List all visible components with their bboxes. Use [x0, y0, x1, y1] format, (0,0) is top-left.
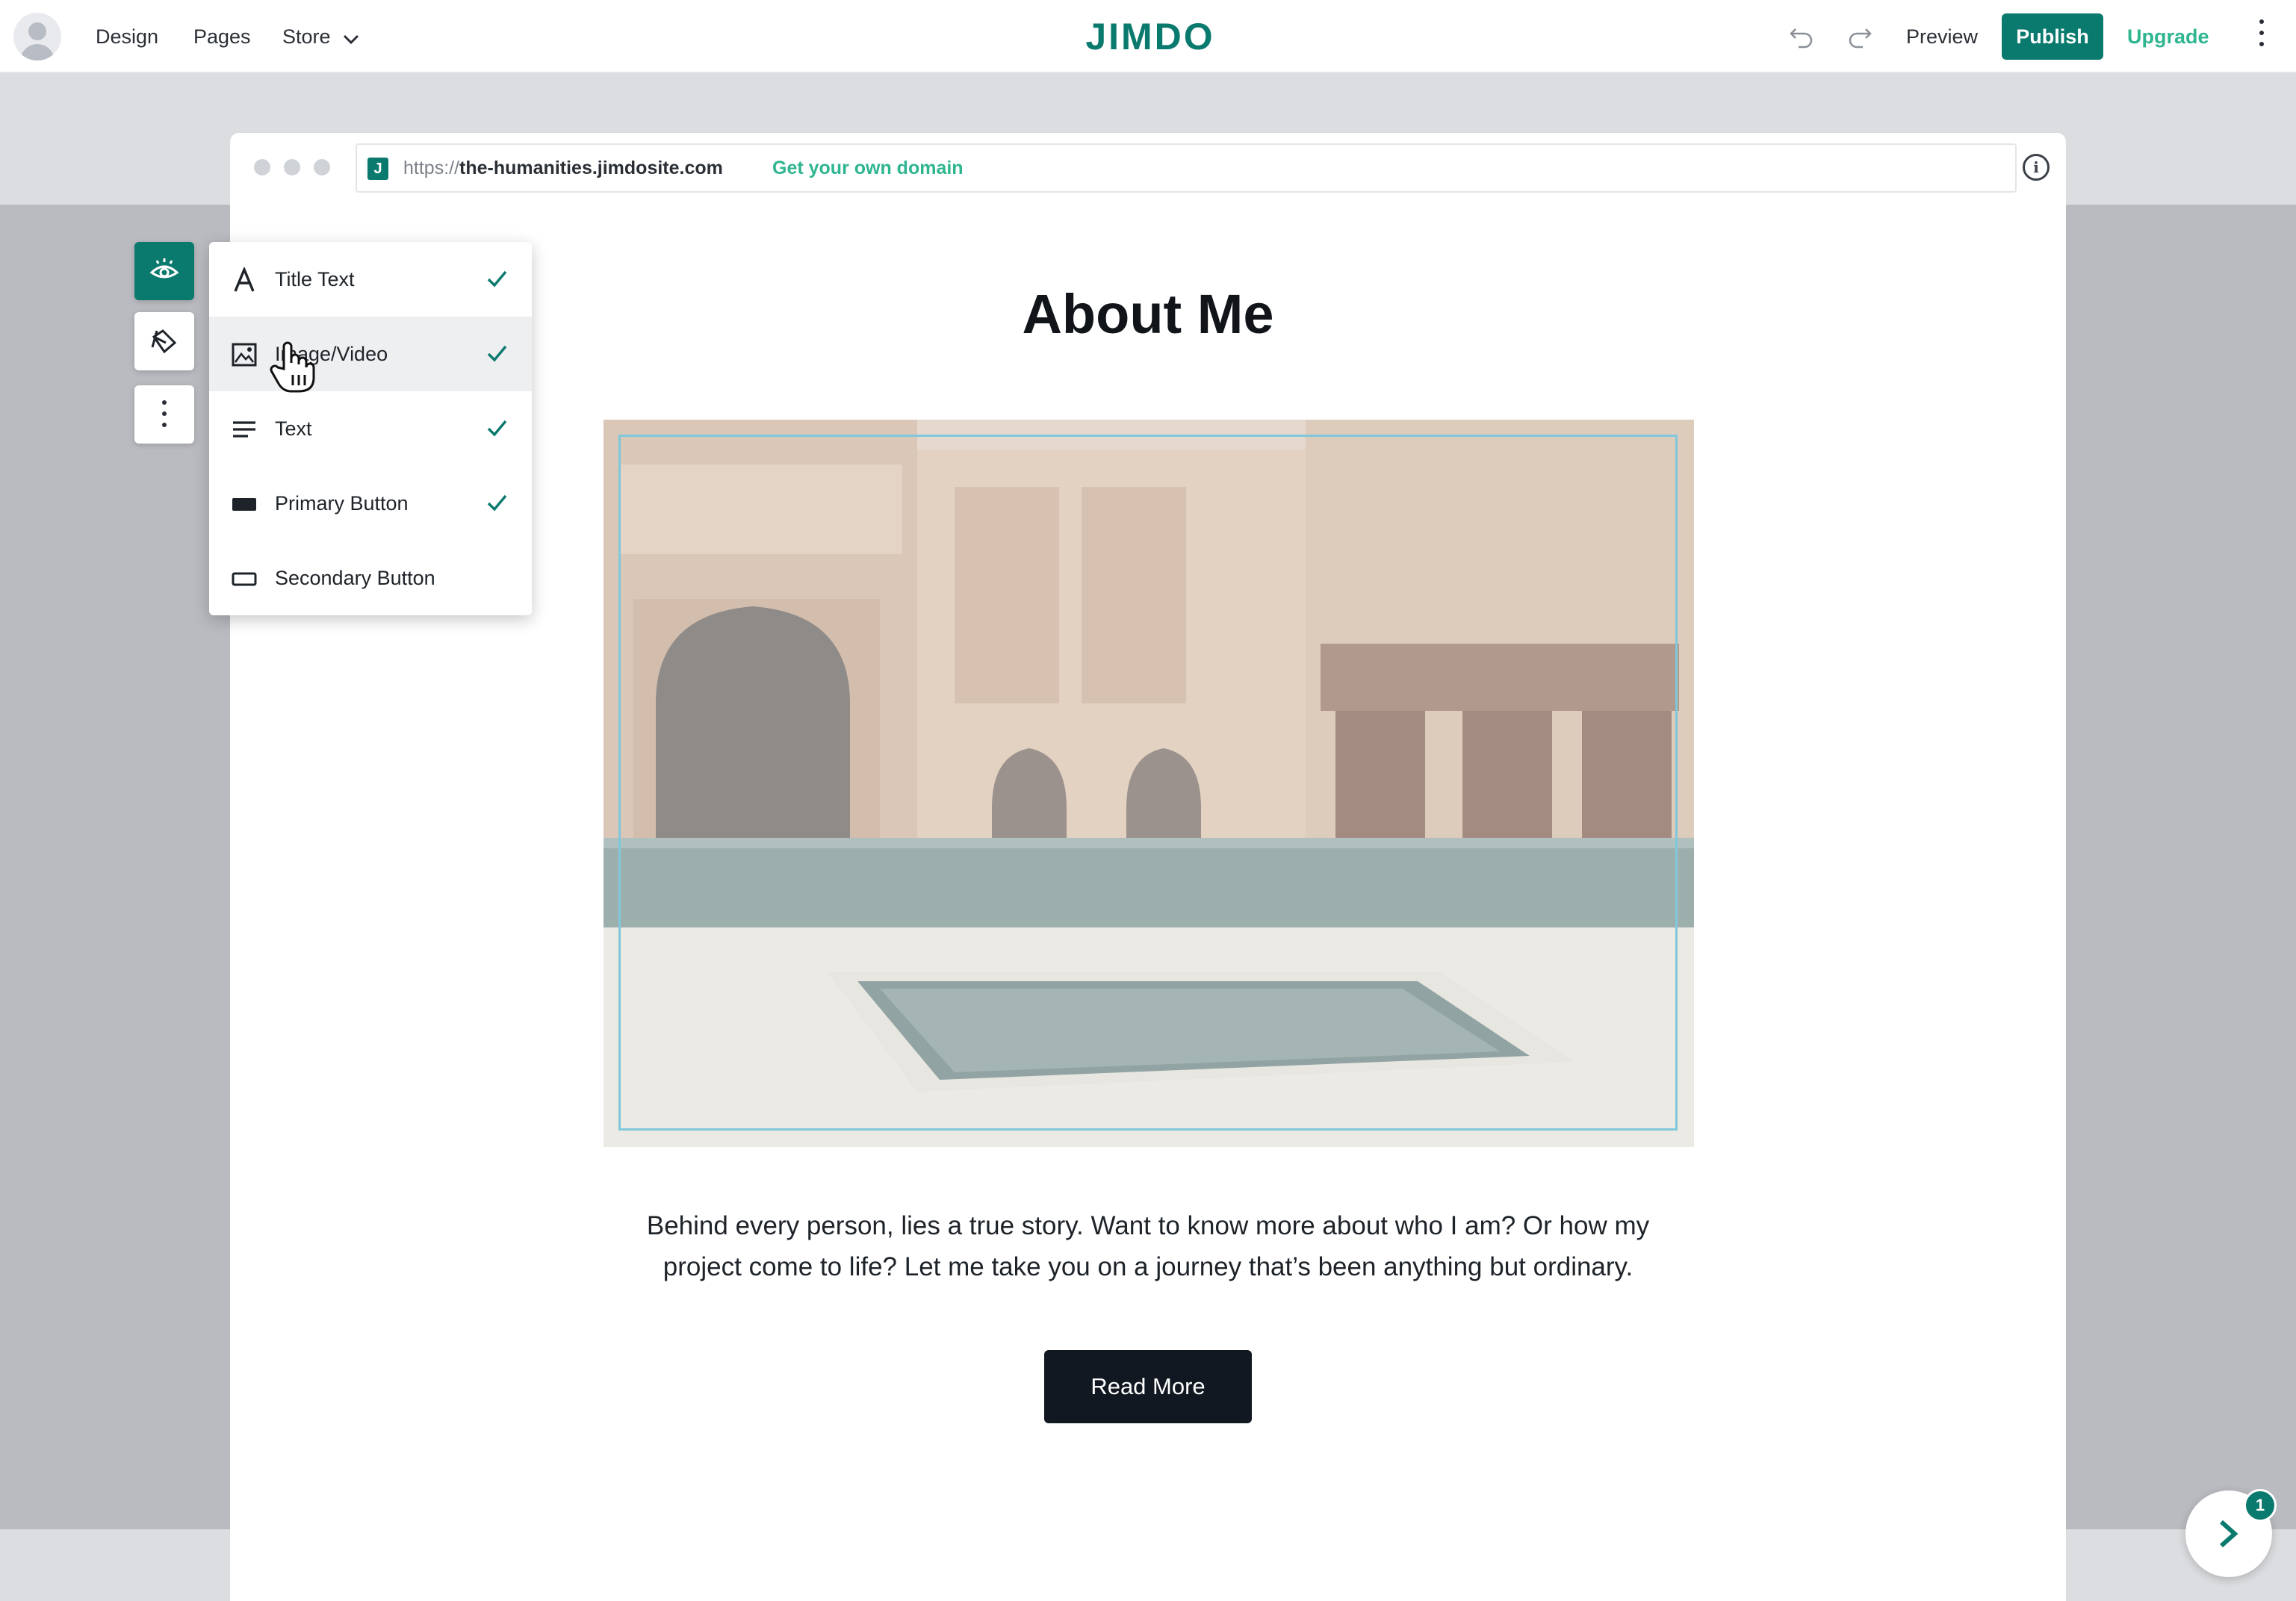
window-dot [284, 159, 300, 175]
checkmark-icon [487, 420, 507, 437]
checkmark-icon [487, 345, 507, 362]
preview-button[interactable]: Preview [1906, 0, 1978, 73]
image-icon [232, 343, 257, 367]
eye-icon [149, 258, 179, 279]
block-more-button[interactable] [134, 385, 194, 444]
primary-button-icon [232, 498, 256, 511]
upgrade-link[interactable]: Upgrade [2127, 0, 2209, 73]
hero-image[interactable] [604, 420, 1694, 1147]
top-bar: Design Pages Store JIMDO Preview Publish… [0, 0, 2296, 73]
nav-design[interactable]: Design [96, 0, 158, 73]
address-bar: J https://the-humanities.jimdosite.com G… [356, 143, 2017, 193]
read-more-button[interactable]: Read More [1044, 1350, 1252, 1423]
url-protocol: https:// [403, 158, 460, 178]
window-dot [254, 159, 270, 175]
chevron-right-icon [2220, 1520, 2238, 1548]
paint-bucket-icon [151, 329, 177, 354]
jimdo-logo: JIMDO [1085, 16, 1215, 57]
window-dot [314, 159, 330, 175]
text-lines-icon [233, 421, 255, 438]
info-icon[interactable]: i [2023, 154, 2050, 181]
visibility-toggle-button[interactable] [134, 242, 194, 300]
secondary-button-icon [232, 572, 257, 586]
hand-cursor-icon [270, 341, 315, 393]
menu-item-primary-button[interactable]: Primary Button [209, 466, 532, 541]
menu-item-label: Text [275, 417, 312, 440]
undo-icon[interactable] [1787, 22, 1816, 52]
avatar-body [20, 44, 55, 60]
menu-item-label: Secondary Button [275, 567, 435, 589]
site-url: https://the-humanities.jimdosite.com [403, 145, 723, 191]
user-avatar[interactable] [13, 13, 61, 60]
url-host: the-humanities.jimdosite.com [459, 158, 723, 178]
publish-button[interactable]: Publish [2002, 13, 2103, 60]
menu-item-label: Title Text [275, 268, 355, 290]
chevron-down-icon [343, 1, 359, 75]
menu-item-text[interactable]: Text [209, 391, 532, 466]
menu-item-title-text[interactable]: Title Text [209, 242, 532, 317]
image-selection-outline [618, 435, 1678, 1131]
menu-item-label: Primary Button [275, 492, 409, 515]
style-button[interactable] [134, 312, 194, 370]
nav-store[interactable]: Store [282, 0, 359, 73]
checkmark-icon [487, 270, 507, 287]
nav-pages[interactable]: Pages [193, 0, 251, 73]
menu-item-secondary-button[interactable]: Secondary Button [209, 541, 532, 615]
nav-store-label: Store [282, 25, 331, 48]
notification-badge: 1 [2244, 1489, 2277, 1522]
redo-icon[interactable] [1845, 22, 1875, 52]
checkmark-icon [487, 494, 507, 512]
title-text-icon [234, 267, 255, 292]
get-domain-link[interactable]: Get your own domain [772, 145, 964, 191]
avatar-head [28, 22, 46, 40]
more-options-icon[interactable] [2253, 19, 2271, 54]
menu-item-image-video[interactable]: Image/Video [209, 317, 532, 391]
jimdo-favicon-icon: J [367, 158, 388, 180]
vertical-dots-icon [162, 400, 167, 434]
visibility-menu: Title Text Image/Video Text Primary Butt… [209, 242, 532, 615]
about-body-text[interactable]: Behind every person, lies a true story. … [618, 1205, 1678, 1287]
